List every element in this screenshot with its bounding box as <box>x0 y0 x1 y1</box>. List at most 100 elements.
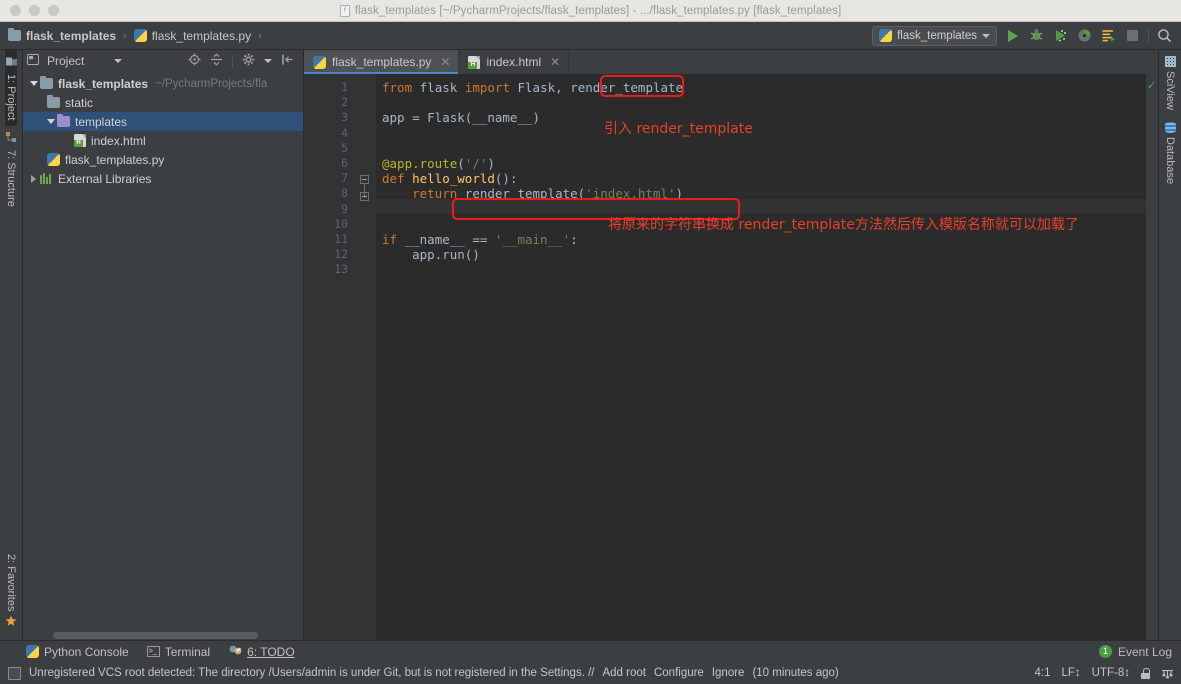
breadcrumb-label: flask_templates <box>26 28 117 43</box>
bottom-bar-right: 1 Event Log <box>1098 645 1181 659</box>
code-line: app.run() <box>412 247 480 263</box>
window-title-text: flask_templates [~/PycharmProjects/flask… <box>354 4 842 17</box>
line-number: 5 <box>341 140 348 155</box>
run-button[interactable] <box>1004 27 1021 44</box>
debug-button[interactable] <box>1028 27 1045 44</box>
editor-gutter[interactable]: 1 2 3 4 5 6 7 H 8 9 10 <box>304 74 370 640</box>
navigation-bar: flask_templates › flask_templates.py › f… <box>0 22 1181 50</box>
tab-flask-templates-py[interactable]: flask_templates.py ✕ <box>304 50 460 74</box>
expand-toggle[interactable] <box>27 174 40 183</box>
sidebar-item-database[interactable]: Database <box>1164 116 1176 190</box>
sciview-icon <box>1164 56 1176 67</box>
locate-icon[interactable] <box>188 53 201 69</box>
chevron-down-icon <box>982 33 990 38</box>
editor-area: flask_templates.py ✕ index.html ✕ 1 2 3 … <box>304 50 1158 640</box>
status-message: Unregistered VCS root detected: The dire… <box>29 667 595 679</box>
chevron-down-icon[interactable] <box>114 59 123 63</box>
editor-fold-gutter[interactable] <box>354 74 376 640</box>
structure-icon <box>5 132 17 146</box>
event-log-label[interactable]: Event Log <box>1118 645 1172 659</box>
left-rail-bottom: 2: Favorites <box>5 548 17 640</box>
chevron-down-icon[interactable] <box>264 59 272 63</box>
tree-item-static[interactable]: static <box>23 93 303 112</box>
status-link-ignore[interactable]: Ignore <box>712 667 745 679</box>
line-number: 2 <box>341 95 348 110</box>
sidebar-item-sciview[interactable]: SciView <box>1164 50 1176 116</box>
line-number: 9 <box>341 201 348 216</box>
code-fold-toggle[interactable] <box>360 192 369 202</box>
tab-label: flask_templates.py <box>332 55 432 69</box>
folder-icon <box>8 28 21 41</box>
bottom-item-python-console[interactable]: Python Console <box>26 645 129 659</box>
python-file-icon: f <box>339 4 350 17</box>
close-icon[interactable]: ✕ <box>440 55 450 69</box>
terminal-icon: >_ <box>146 646 160 657</box>
search-everywhere-icon[interactable] <box>1156 27 1173 44</box>
caret-position[interactable]: 4:1 <box>1034 667 1050 679</box>
bottom-item-terminal[interactable]: >_ Terminal <box>146 645 210 659</box>
project-tree[interactable]: flask_templates ~/PycharmProjects/fla st… <box>23 72 303 640</box>
file-encoding[interactable]: UTF-8↕ <box>1092 667 1130 679</box>
run-manage-button[interactable] <box>1100 27 1117 44</box>
pycharm-window: f flask_templates [~/PycharmProjects/fla… <box>0 0 1181 684</box>
sidebar-label: 2: Favorites <box>5 553 17 611</box>
line-number: 8 <box>341 186 348 201</box>
status-timestamp: (10 minutes ago) <box>752 667 839 679</box>
project-panel: Project flask_templates ~/PycharmProject… <box>23 50 304 640</box>
project-horizontal-scrollbar[interactable] <box>53 632 258 639</box>
code-line: if __name__ == '__main__': <box>382 231 578 247</box>
run-configuration-selector[interactable]: flask_templates <box>872 25 997 46</box>
annotation-import: 引入 render_template <box>604 121 753 137</box>
tree-item-external-libraries[interactable]: External Libraries <box>23 169 303 188</box>
sidebar-label: Database <box>1164 136 1176 185</box>
bottom-item-todo[interactable]: 6: TODO <box>228 644 295 659</box>
tree-item-label: static <box>65 95 94 110</box>
tab-index-html[interactable]: index.html ✕ <box>459 50 570 74</box>
status-link-add-root[interactable]: Add root <box>602 667 645 679</box>
breadcrumb-item-project[interactable]: flask_templates <box>8 28 117 43</box>
collapse-all-icon[interactable] <box>210 53 223 69</box>
expand-toggle[interactable] <box>44 119 57 124</box>
sidebar-item-project[interactable]: 1: Project <box>5 50 17 127</box>
window-title: f flask_templates [~/PycharmProjects/fla… <box>0 4 1181 17</box>
close-icon[interactable]: ✕ <box>550 55 560 69</box>
line-number: 1 <box>341 80 348 94</box>
code-line: def hello_world(): <box>382 171 518 187</box>
lock-icon[interactable] <box>1141 667 1150 679</box>
line-number: 6 <box>341 155 348 170</box>
tree-item-flask-templates[interactable]: flask_templates ~/PycharmProjects/fla <box>23 74 303 93</box>
profile-button[interactable] <box>1076 27 1093 44</box>
stop-button[interactable] <box>1124 27 1141 44</box>
left-tool-rail: 1: Project 7: Structure 2: Favorites <box>0 50 23 640</box>
settings-gear-icon[interactable] <box>242 53 255 69</box>
folder-icon <box>47 95 60 108</box>
breadcrumb-item-file[interactable]: flask_templates.py <box>133 29 251 43</box>
git-branch-icon[interactable] <box>1161 667 1173 679</box>
sidebar-item-structure[interactable]: 7: Structure <box>5 126 17 213</box>
main-toolbar: flask_templates <box>872 25 1181 46</box>
html-file-icon <box>468 55 481 69</box>
sidebar-item-favorites[interactable]: 2: Favorites <box>5 548 17 636</box>
hide-panel-icon[interactable] <box>281 53 294 69</box>
inspection-sidebar[interactable]: ✓ <box>1146 74 1158 640</box>
sidebar-label: 1: Project <box>5 74 17 121</box>
breadcrumb-separator: › <box>258 29 262 42</box>
tree-item-index-html[interactable]: index.html <box>23 131 303 150</box>
run-with-coverage-button[interactable] <box>1052 27 1069 44</box>
python-icon <box>26 645 39 658</box>
expand-toggle[interactable] <box>27 81 40 86</box>
project-panel-toolbar <box>188 53 299 69</box>
line-separator[interactable]: LF↕ <box>1061 667 1080 679</box>
tree-item-path: ~/PycharmProjects/fla <box>155 77 268 90</box>
folder-icon <box>57 114 70 127</box>
status-link-configure[interactable]: Configure <box>654 667 704 679</box>
annotation-render: 将原来的字符串换成 render_template方法然后传入模版名称就可以加载… <box>608 217 1079 233</box>
tree-item-label: index.html <box>91 133 146 148</box>
tree-item-templates[interactable]: templates <box>23 112 303 131</box>
code-text-area[interactable]: from flask import Flask, render_template… <box>376 74 1146 640</box>
tree-item-flask-templates-py[interactable]: flask_templates.py <box>23 150 303 169</box>
status-toggle-icon[interactable] <box>8 666 21 680</box>
